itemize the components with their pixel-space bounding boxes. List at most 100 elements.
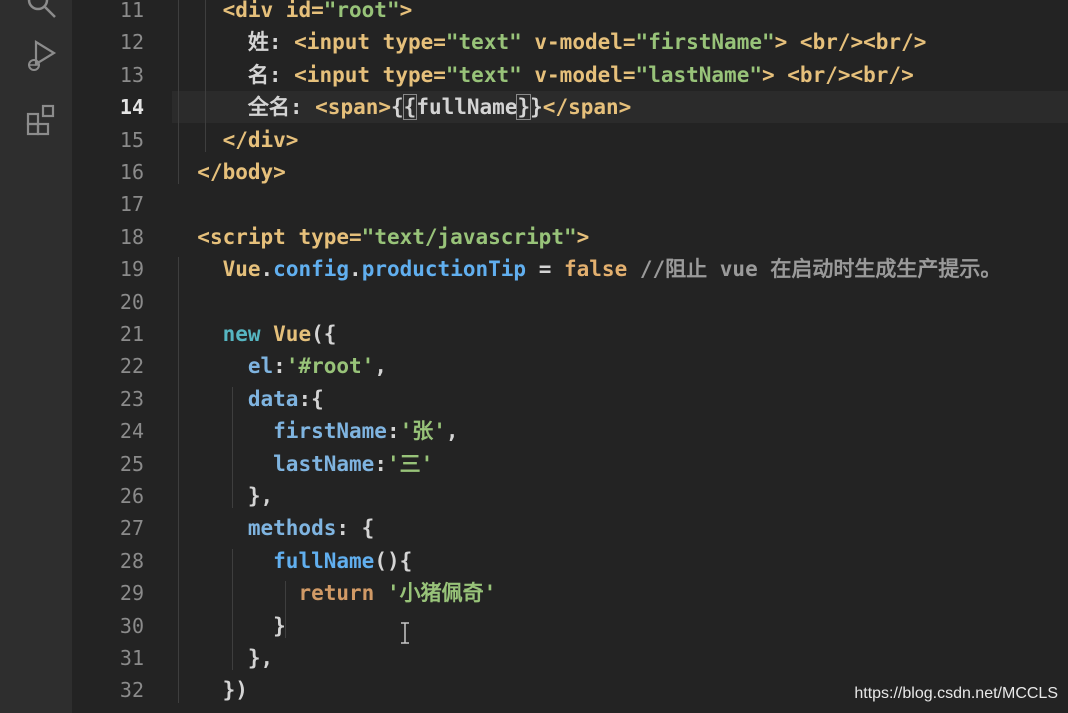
line-number-gutter: 11 12 13 14 15 16 17 18 19 20 21 22 23 24 25 26 27 28 29 30… (72, 0, 172, 713)
code-token: Vue (222, 257, 261, 282)
code-token: = (526, 257, 564, 282)
code-token: '三' (386, 451, 434, 476)
line-number: 12 (119, 30, 144, 55)
code-token: , (445, 419, 459, 444)
code-token: (){ (374, 548, 413, 573)
line-number: 11 (119, 0, 144, 22)
code-token: . (349, 257, 362, 282)
code-token: Vue (273, 322, 312, 346)
code-token: "root" (323, 0, 400, 22)
code-line[interactable]: fullName(){ (172, 545, 412, 577)
code-token: <input (294, 30, 383, 55)
code-line[interactable]: }) (172, 674, 248, 706)
code-line[interactable]: </div> (172, 124, 299, 156)
line-number: 21 (119, 322, 144, 346)
code-token: fullName (416, 95, 518, 120)
code-token: : { (336, 516, 375, 541)
code-editor-window: 11 12 13 14 15 16 17 18 19 20 21 22 23 24 25 26 27 28 29 30… (0, 0, 1068, 713)
code-line[interactable]: 姓: <input type="text" v-model="firstName… (172, 26, 927, 58)
code-token: //阻止 vue 在启动时生成生产提示。 (627, 257, 1002, 282)
code-token: <div (222, 0, 286, 22)
code-token: '#root' (285, 354, 375, 379)
code-token: <script (197, 224, 299, 249)
text-cursor-icon (399, 622, 411, 644)
code-token: : (386, 419, 400, 444)
code-token: v-model= (521, 62, 636, 87)
code-token: { (391, 95, 404, 120)
code-token: data (247, 386, 299, 411)
code-line[interactable]: methods: { (172, 512, 374, 544)
code-token: </body> (197, 160, 286, 184)
code-token: type= (382, 30, 446, 55)
line-number: 14 (119, 95, 144, 120)
line-number: 31 (119, 646, 144, 670)
code-token: "text/javascript" (361, 224, 577, 249)
code-line[interactable]: 全名: <span>{{fullName}}</span> (172, 91, 631, 123)
code-token: }, (247, 484, 274, 508)
code-line[interactable]: 名: <input type="text" v-model="lastName"… (172, 59, 914, 91)
code-line[interactable]: firstName:'张', (172, 415, 459, 447)
code-token: "text" (445, 30, 522, 55)
code-token: productionTip (361, 257, 527, 282)
code-line[interactable]: el:'#root', (172, 350, 387, 382)
code-line[interactable]: }, (172, 642, 273, 674)
code-token: : (374, 451, 387, 476)
line-number: 16 (119, 160, 144, 184)
code-token: <br/><br/> (799, 30, 927, 55)
code-token: lastName (273, 451, 375, 476)
code-line[interactable]: <div id="root"> (172, 0, 413, 26)
code-line[interactable]: <script type="text/javascript"> (172, 221, 589, 253)
code-token: :{ (298, 386, 324, 411)
code-token: type= (382, 62, 446, 87)
run-debug-icon[interactable] (24, 38, 60, 74)
code-line[interactable]: </body> (172, 156, 286, 188)
code-line[interactable]: data:{ (172, 383, 324, 415)
line-number: 20 (119, 289, 144, 314)
code-token: : (273, 354, 286, 379)
code-token: </div> (222, 127, 299, 152)
code-token: } (530, 95, 543, 120)
code-token: > (576, 224, 590, 249)
line-number: 19 (119, 257, 144, 282)
code-line[interactable]: return '小猪佩奇' (172, 577, 496, 609)
code-token: , (374, 354, 387, 379)
extensions-icon[interactable] (24, 102, 60, 138)
line-number: 30 (119, 613, 144, 638)
code-token: > (761, 62, 788, 87)
line-number: 27 (119, 516, 144, 541)
code-token: 名: (172, 62, 295, 87)
code-token: <input (294, 62, 383, 87)
code-line[interactable]: new Vue({ (172, 318, 337, 350)
code-token: ({ (311, 322, 337, 346)
line-number: 29 (119, 581, 144, 606)
code-token: . (260, 257, 274, 282)
code-token: "text" (445, 62, 522, 87)
code-line[interactable]: lastName:'三' (172, 448, 433, 480)
code-line[interactable]: }, (172, 480, 273, 512)
line-number: 17 (119, 192, 144, 217)
search-icon[interactable] (24, 0, 60, 22)
code-token: { (402, 94, 418, 121)
line-number: 24 (119, 419, 144, 444)
code-token: "lastName" (635, 62, 762, 87)
code-token: } (273, 613, 286, 638)
code-line[interactable]: } (172, 610, 286, 642)
code-line[interactable]: Vue.config.productionTip = false //阻止 vu… (172, 253, 1002, 285)
line-number: 28 (119, 548, 144, 573)
code-token: }) (222, 678, 248, 703)
code-token: fullName (273, 548, 375, 573)
line-number: 23 (119, 386, 144, 411)
code-area[interactable]: <div id="root"> 姓: <input type="text" v-… (172, 0, 1068, 713)
